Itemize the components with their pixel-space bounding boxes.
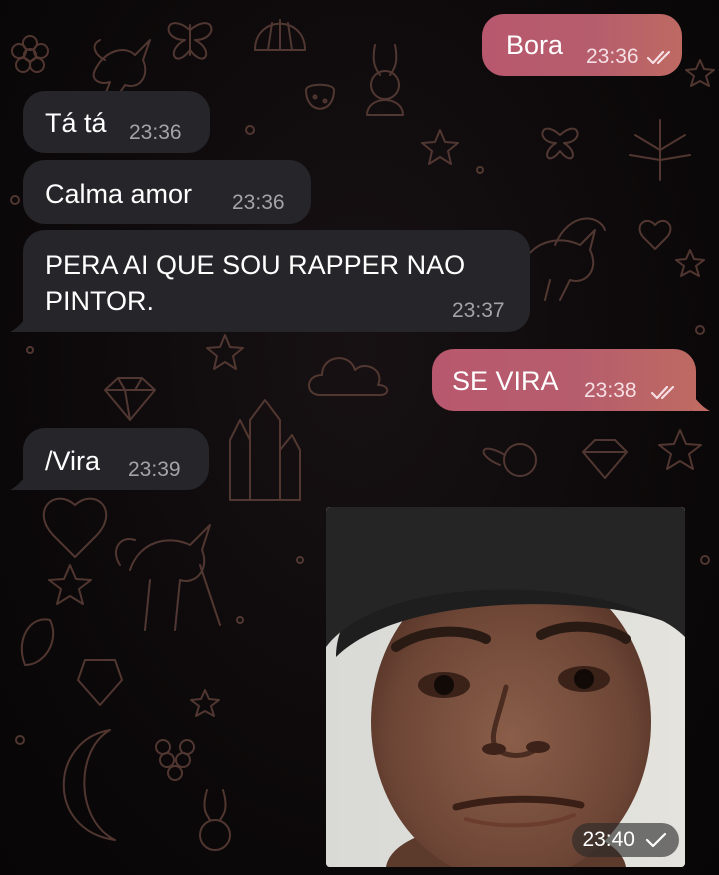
- message-bubble-incoming[interactable]: /Vira 23:39: [23, 428, 209, 490]
- message-time: 23:38: [584, 379, 637, 402]
- message-text-line1: PERA AI QUE SOU RAPPER NAO: [45, 250, 466, 280]
- double-check-icon: [646, 50, 671, 65]
- diamond-doodle: [582, 439, 628, 479]
- unicorn-doodle: [115, 524, 221, 631]
- message-time: 23:36: [586, 45, 639, 68]
- message-bubble-outgoing[interactable]: SE VIRA 23:38: [432, 349, 696, 411]
- star-doodle: [675, 249, 705, 277]
- message-bubble-incoming[interactable]: Calma amor 23:36: [23, 160, 311, 224]
- flower-doodle: [11, 35, 49, 73]
- shell-doodle: [254, 19, 306, 51]
- strawberry-doodle: [305, 83, 335, 110]
- grapes-doodle: [155, 739, 195, 781]
- leaf-doodle: [629, 119, 691, 181]
- message-text: /Vira: [45, 446, 101, 476]
- message-text: Calma amor: [45, 179, 193, 209]
- message-text: Bora: [506, 30, 564, 60]
- message-time: 23:40: [582, 828, 635, 851]
- butterfly-doodle: [541, 127, 579, 160]
- photo-message[interactable]: 23:40: [326, 507, 685, 867]
- message-text: Tá tá: [45, 108, 107, 138]
- butterfly-doodle: [167, 22, 213, 60]
- crystal-doodle: [229, 399, 301, 501]
- message-time: 23:39: [128, 458, 181, 481]
- message-time: 23:36: [232, 191, 285, 214]
- rabbit-doodle: [482, 443, 537, 477]
- cloud-doodle: [308, 357, 389, 396]
- single-check-icon: [645, 832, 667, 848]
- message-time: 23:37: [452, 299, 505, 322]
- message-time: 23:36: [129, 121, 182, 144]
- heart-doodle: [42, 497, 108, 558]
- heart-doodle: [638, 219, 672, 250]
- star-doodle: [206, 334, 244, 370]
- moon-doodle: [62, 729, 116, 841]
- photo-image: [326, 507, 685, 867]
- message-bubble-outgoing[interactable]: Bora 23:36: [482, 14, 682, 76]
- shell-doodle: [20, 618, 55, 666]
- diamond-doodle: [104, 377, 156, 421]
- chat-view[interactable]: Bora 23:36 Tá tá 23:36 Calma amor 23:36 …: [0, 0, 719, 875]
- bubble-tail: [10, 474, 28, 490]
- rabbit-doodle: [199, 789, 231, 851]
- rabbit-doodle: [366, 44, 404, 116]
- star-doodle: [190, 689, 220, 717]
- pegasus-doodle: [519, 217, 606, 301]
- message-bubble-incoming[interactable]: PERA AI QUE SOU RAPPER NAO PINTOR. 23:37: [23, 230, 530, 332]
- star-doodle: [658, 429, 702, 470]
- photo-time-badge: 23:40: [572, 823, 679, 857]
- message-bubble-incoming[interactable]: Tá tá 23:36: [23, 91, 210, 153]
- bubble-tail: [10, 316, 28, 332]
- message-text-line2: PINTOR.: [45, 286, 155, 316]
- star-doodle: [421, 129, 459, 165]
- message-text: SE VIRA: [452, 366, 559, 396]
- gem-doodle: [77, 659, 123, 706]
- double-check-icon: [650, 385, 675, 400]
- bubble-tail: [692, 395, 710, 411]
- star-doodle: [48, 564, 92, 605]
- star-doodle: [685, 59, 715, 87]
